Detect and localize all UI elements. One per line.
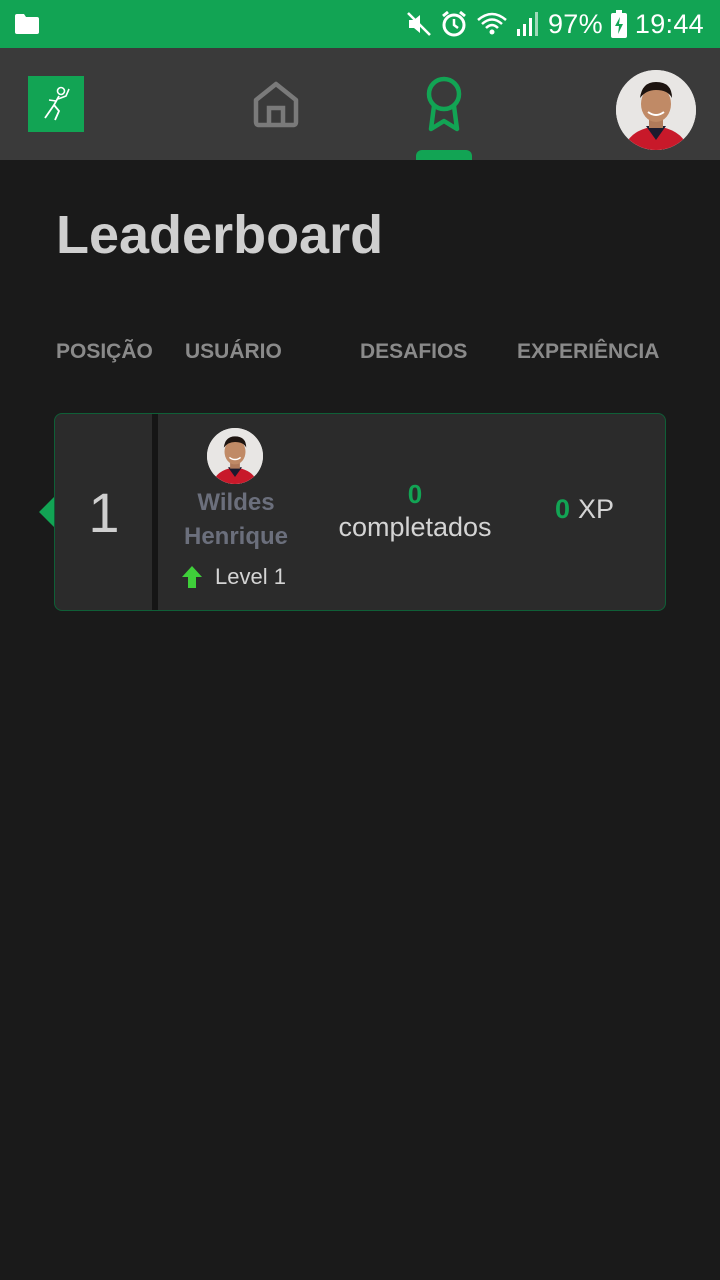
battery-percent: 97% [547,8,603,39]
xp-unit: XP [578,494,615,524]
signal-icon [516,11,540,37]
challenges-completed: 0 completados [317,478,513,544]
rank-position: 1 [88,480,120,544]
user-level: Level 1 [181,564,286,590]
header-position: POSIÇÃO [56,340,153,363]
level-up-arrow-icon [182,566,202,588]
mute-icon [406,11,432,37]
user-avatar[interactable] [207,428,263,484]
challenges-count: 0 [407,479,423,509]
leaderboard-row[interactable]: 1 Wildes Henrique Level 1 0 completados … [54,413,666,611]
user-first-name: Wildes [197,489,275,516]
user-name[interactable]: Wildes Henrique [165,486,307,554]
home-icon [253,81,299,128]
xp-value: 0 [555,494,571,524]
active-tab-indicator [416,150,472,160]
profile-avatar[interactable] [616,70,696,150]
app-logo[interactable] [28,76,84,132]
challenges-label: completados [338,512,492,542]
header-experience: EXPERIÊNCIA [517,340,660,363]
level-label: Level 1 [215,564,286,589]
clock: 19:44 [634,8,704,39]
award-icon [426,76,462,132]
nav-home-button[interactable] [248,76,304,132]
folder-icon [14,13,40,35]
top-navbar [0,48,720,160]
battery-charging-icon [610,10,627,38]
runner-logo-icon [44,86,70,121]
status-bar: 97% 19:44 [0,0,720,48]
experience-points: 0 XP [555,494,614,525]
alarm-icon [440,10,468,38]
rank-divider [152,414,158,610]
wifi-icon [476,11,508,37]
user-last-name: Henrique [183,523,288,550]
header-user: USUÁRIO [185,340,282,363]
nav-leaderboard-button[interactable] [416,72,472,136]
page-title: Leaderboard [56,205,384,265]
leaderboard-header: POSIÇÃO USUÁRIO DESAFIOS EXPERIÊNCIA [56,340,666,370]
header-challenges: DESAFIOS [360,340,468,363]
